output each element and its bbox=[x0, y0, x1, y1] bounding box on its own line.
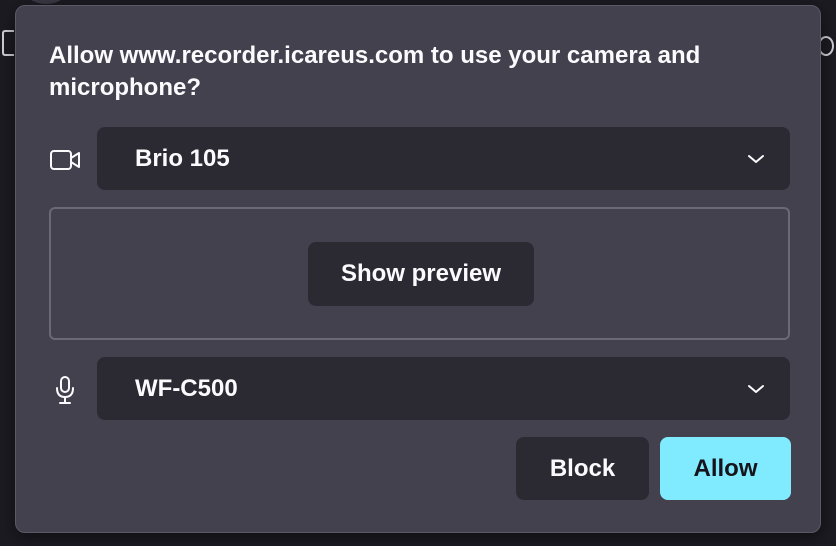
block-button[interactable]: Block bbox=[516, 437, 649, 500]
camera-select[interactable]: Brio 105 bbox=[97, 127, 790, 190]
chevron-down-icon bbox=[746, 379, 766, 399]
microphone-icon bbox=[48, 373, 82, 407]
microphone-select-value: WF-C500 bbox=[135, 374, 238, 402]
permission-dialog: Allow www.recorder.icareus.com to use yo… bbox=[15, 5, 821, 533]
camera-select-value: Brio 105 bbox=[135, 144, 230, 172]
show-preview-button[interactable]: Show preview bbox=[308, 242, 534, 306]
background-avatar bbox=[24, 0, 68, 4]
dialog-title: Allow www.recorder.icareus.com to use yo… bbox=[49, 42, 701, 101]
background-toolbar-icon bbox=[2, 30, 14, 56]
camera-preview-area: Show preview bbox=[49, 207, 790, 340]
chevron-down-icon bbox=[746, 149, 766, 169]
camera-icon bbox=[48, 143, 82, 177]
microphone-select[interactable]: WF-C500 bbox=[97, 357, 790, 420]
allow-button[interactable]: Allow bbox=[660, 437, 791, 500]
